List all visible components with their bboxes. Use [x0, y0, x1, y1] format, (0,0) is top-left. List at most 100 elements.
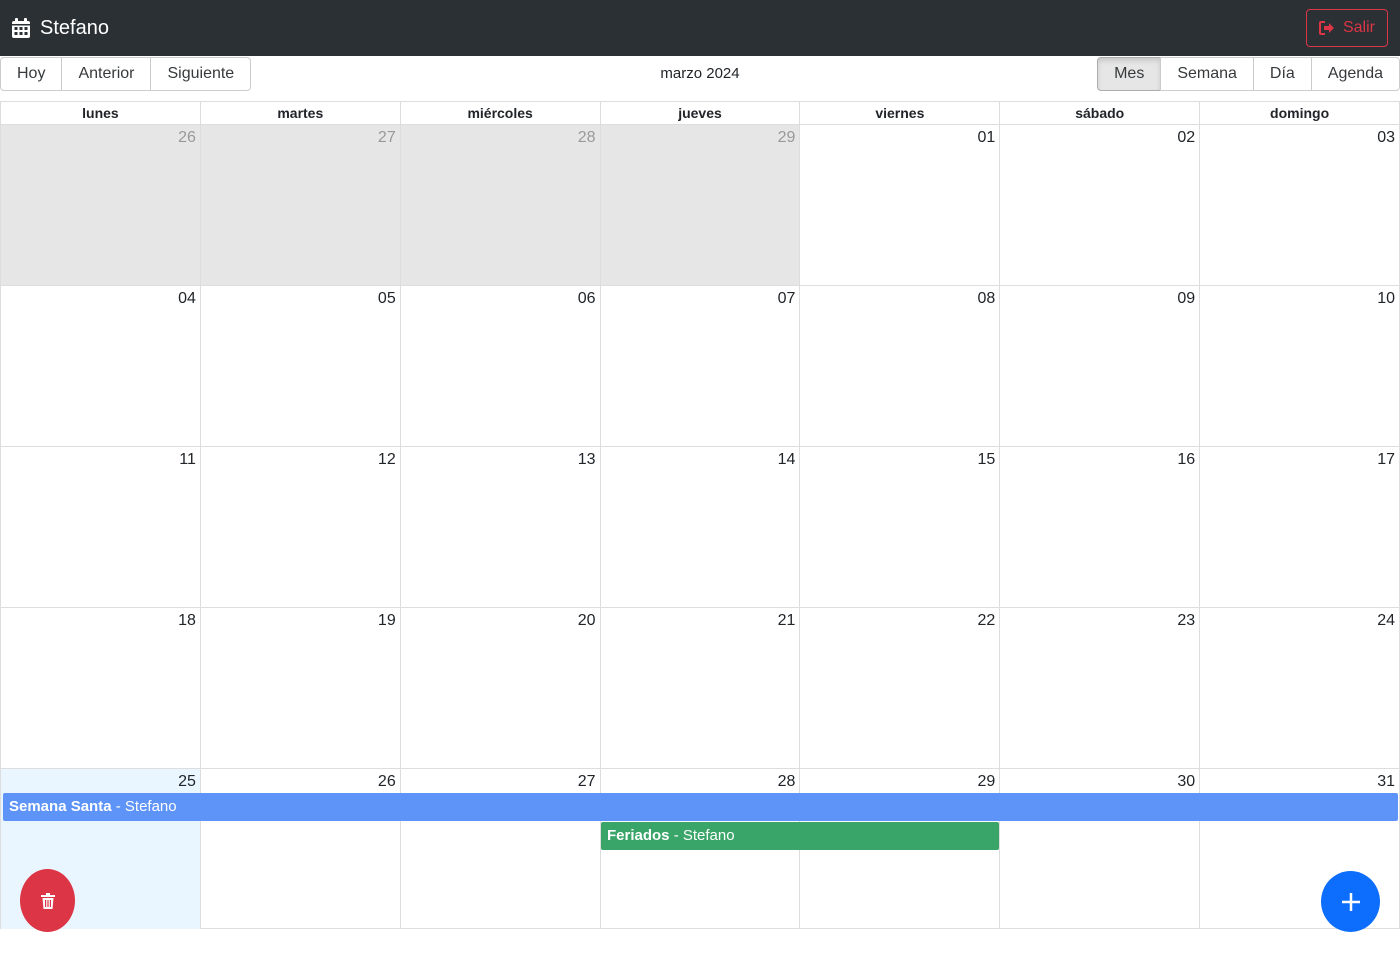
day-cell[interactable]: 06	[399, 286, 600, 446]
date-number[interactable]: 27	[378, 129, 396, 147]
day-cell[interactable]: 21	[599, 608, 800, 768]
trash-icon	[40, 892, 55, 909]
date-number[interactable]: 08	[978, 290, 996, 308]
day-cell[interactable]: 22	[799, 608, 999, 768]
view-buttons: Mes Semana Día Agenda	[1097, 57, 1400, 91]
day-cell[interactable]: 14	[599, 447, 800, 607]
weekday-header: lunes martes miércoles jueves viernes sá…	[1, 102, 1399, 125]
day-cell[interactable]: 12	[199, 447, 400, 607]
day-cell[interactable]: 02	[999, 125, 1199, 285]
date-number[interactable]: 12	[378, 451, 396, 469]
week-row: 26 27 28 29 01 02 03	[1, 125, 1399, 285]
date-number[interactable]: 20	[578, 612, 596, 630]
day-cell[interactable]: 17	[1199, 447, 1399, 607]
date-number[interactable]: 28	[778, 773, 796, 791]
logout-label: Salir	[1342, 19, 1375, 36]
date-number[interactable]: 05	[378, 290, 396, 308]
day-cell[interactable]: 29	[599, 125, 800, 285]
day-cell[interactable]: 03	[1199, 125, 1399, 285]
previous-button[interactable]: Anterior	[61, 57, 152, 91]
day-cell[interactable]: 09	[999, 286, 1199, 446]
date-number[interactable]: 21	[778, 612, 796, 630]
day-cell[interactable]: 28	[399, 125, 600, 285]
date-number[interactable]: 18	[178, 612, 196, 630]
event-user: Stefano	[124, 798, 177, 815]
date-number[interactable]: 11	[179, 451, 196, 469]
date-number[interactable]: 09	[1177, 290, 1195, 308]
day-cell[interactable]: 01	[799, 125, 999, 285]
day-cell[interactable]: 04	[1, 286, 200, 446]
date-number[interactable]: 15	[978, 451, 996, 469]
day-cell[interactable]: 18	[1, 608, 200, 768]
day-cell[interactable]: 13	[399, 447, 600, 607]
date-number[interactable]: 24	[1377, 612, 1395, 630]
date-number[interactable]: 31	[1377, 773, 1395, 791]
date-number[interactable]: 06	[578, 290, 596, 308]
date-number[interactable]: 22	[978, 612, 996, 630]
date-number[interactable]: 13	[578, 451, 596, 469]
week-row: 25 26 27 28 29 30 31 Semana Santa - Stef…	[1, 768, 1399, 929]
navigation-buttons: Hoy Anterior Siguiente	[0, 57, 252, 91]
event-feriados[interactable]: Feriados - Stefano	[601, 822, 999, 850]
date-number[interactable]: 27	[578, 773, 596, 791]
day-cell[interactable]: 26	[1, 125, 200, 285]
weekday-sunday: domingo	[1199, 102, 1399, 124]
view-agenda-button[interactable]: Agenda	[1310, 57, 1400, 91]
view-month-button[interactable]: Mes	[1097, 57, 1162, 91]
next-button[interactable]: Siguiente	[150, 57, 252, 91]
date-number[interactable]: 04	[178, 290, 196, 308]
date-number[interactable]: 19	[378, 612, 396, 630]
week-row: 04 05 06 07 08 09 10	[1, 285, 1399, 446]
calendar-icon	[12, 18, 30, 38]
month-view: lunes martes miércoles jueves viernes sá…	[0, 101, 1400, 929]
date-number[interactable]: 10	[1377, 290, 1395, 308]
date-number[interactable]: 28	[578, 129, 596, 147]
day-cell[interactable]: 20	[399, 608, 600, 768]
delete-event-button[interactable]	[20, 869, 75, 932]
date-number[interactable]: 29	[978, 773, 996, 791]
weekday-saturday: sábado	[999, 102, 1199, 124]
day-cell[interactable]: 15	[799, 447, 999, 607]
view-week-button[interactable]: Semana	[1160, 57, 1254, 91]
date-number[interactable]: 14	[778, 451, 796, 469]
date-number[interactable]: 30	[1177, 773, 1195, 791]
day-cell[interactable]: 10	[1199, 286, 1399, 446]
day-cell[interactable]: 27	[199, 125, 400, 285]
day-cell[interactable]: 23	[999, 608, 1199, 768]
week-row: 18 19 20 21 22 23 24	[1, 607, 1399, 768]
date-number[interactable]: 26	[378, 773, 396, 791]
date-number[interactable]: 07	[778, 290, 796, 308]
date-number[interactable]: 16	[1177, 451, 1195, 469]
sign-out-icon	[1318, 21, 1335, 35]
date-number[interactable]: 23	[1177, 612, 1195, 630]
date-number[interactable]: 02	[1177, 129, 1195, 147]
date-number[interactable]: 17	[1377, 451, 1395, 469]
day-cell[interactable]: 19	[199, 608, 400, 768]
weekday-wednesday: miércoles	[399, 102, 600, 124]
day-cell[interactable]: 24	[1199, 608, 1399, 768]
calendar-toolbar: marzo 2024 Hoy Anterior Siguiente Mes Se…	[0, 57, 1400, 91]
today-button[interactable]: Hoy	[0, 57, 63, 91]
add-event-button[interactable]	[1321, 871, 1380, 932]
day-cell[interactable]: 07	[599, 286, 800, 446]
event-semana-santa[interactable]: Semana Santa - Stefano	[3, 793, 1398, 821]
weekday-friday: viernes	[799, 102, 999, 124]
date-number[interactable]: 29	[778, 129, 796, 147]
weekday-thursday: jueves	[599, 102, 800, 124]
week-row: 11 12 13 14 15 16 17	[1, 446, 1399, 607]
brand: Stefano	[12, 17, 109, 40]
date-number[interactable]: 26	[178, 129, 196, 147]
date-number[interactable]: 01	[978, 129, 996, 147]
day-cell[interactable]: 11	[1, 447, 200, 607]
weekday-tuesday: martes	[199, 102, 400, 124]
view-day-button[interactable]: Día	[1252, 57, 1312, 91]
plus-icon	[1341, 892, 1361, 912]
logout-button[interactable]: Salir	[1305, 9, 1388, 47]
day-cell[interactable]: 16	[999, 447, 1199, 607]
date-number[interactable]: 03	[1377, 129, 1395, 147]
date-number[interactable]: 25	[178, 773, 196, 791]
day-cell[interactable]: 05	[199, 286, 400, 446]
event-title: Feriados	[607, 827, 670, 844]
day-cell[interactable]: 08	[799, 286, 999, 446]
event-title: Semana Santa	[9, 798, 112, 815]
